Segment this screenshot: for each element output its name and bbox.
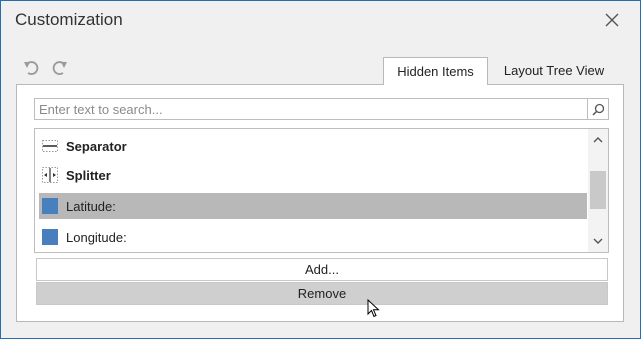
hidden-items-list[interactable]: Separator Splitter Latitude: Longitude: — [34, 128, 609, 253]
list-item-label: Separator — [66, 138, 127, 154]
title-bar: Customization — [1, 1, 640, 39]
redo-icon[interactable] — [51, 59, 69, 77]
splitter-icon — [42, 167, 58, 183]
tab-layout-tree-view[interactable]: Layout Tree View — [494, 57, 614, 84]
scrollbar-thumb[interactable] — [590, 171, 606, 209]
hidden-items-panel: Enter text to search... Separator Splitt… — [16, 84, 624, 322]
close-icon[interactable] — [601, 9, 623, 31]
list-item-separator[interactable]: Separator — [39, 133, 587, 159]
remove-button[interactable]: Remove — [36, 282, 608, 305]
search-icon[interactable] — [587, 99, 608, 119]
list-item-splitter[interactable]: Splitter — [39, 162, 587, 188]
tab-hidden-items-label: Hidden Items — [397, 64, 474, 79]
list-item-label: Latitude: — [66, 198, 116, 214]
tab-layout-tree-view-label: Layout Tree View — [503, 63, 605, 78]
separator-icon — [42, 138, 58, 154]
list-item-label: Longitude: — [66, 229, 127, 245]
scroll-up-arrow-icon[interactable] — [591, 134, 605, 146]
list-scrollbar[interactable] — [588, 129, 608, 252]
tab-hidden-items[interactable]: Hidden Items — [383, 57, 488, 85]
search-placeholder: Enter text to search... — [39, 102, 163, 117]
mouse-cursor-icon — [367, 298, 381, 319]
undo-icon[interactable] — [22, 59, 40, 77]
window-title: Customization — [15, 10, 123, 29]
scroll-down-arrow-icon[interactable] — [591, 235, 605, 247]
list-item-latitude[interactable]: Latitude: — [39, 193, 587, 219]
search-input[interactable]: Enter text to search... — [34, 98, 609, 120]
list-item-label: Splitter — [66, 167, 111, 183]
customization-window: Customization Hidden Items Layout Tree V… — [0, 0, 641, 339]
field-icon — [42, 229, 58, 245]
field-icon — [42, 198, 58, 214]
list-item-longitude[interactable]: Longitude: — [39, 224, 587, 250]
add-button[interactable]: Add... — [36, 258, 608, 281]
add-button-label: Add... — [305, 262, 339, 277]
remove-button-label: Remove — [297, 286, 347, 301]
